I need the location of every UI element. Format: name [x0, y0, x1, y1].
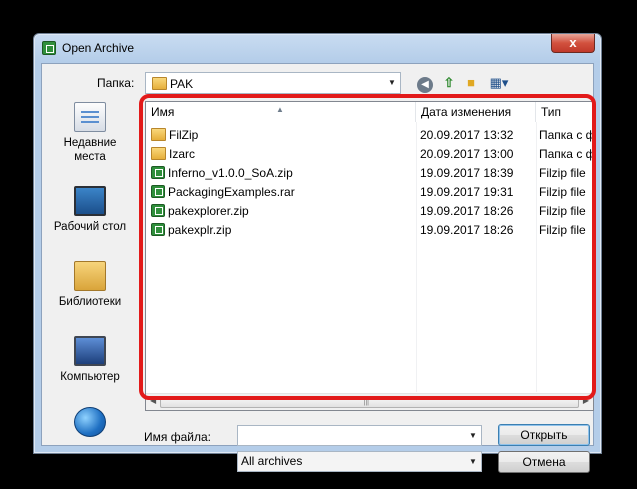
place-label: Рабочий стол — [53, 221, 127, 233]
file-date: 19.09.2017 18:26 — [420, 223, 514, 237]
sort-ascending-icon: ▲ — [276, 105, 284, 114]
place-recent[interactable]: Недавние места — [44, 102, 136, 164]
archive-icon — [151, 185, 165, 198]
chevron-down-icon[interactable]: ▼ — [384, 73, 400, 93]
place-label: Библиотеки — [58, 296, 122, 308]
chevron-down-icon[interactable]: ▼ — [465, 452, 481, 471]
grip-icon: ||| — [363, 399, 369, 406]
place-label: Недавние — [63, 137, 117, 149]
new-folder-button[interactable]: ■ — [462, 74, 480, 92]
filename-input[interactable]: ▼ — [237, 425, 482, 446]
file-name: Izarc — [169, 147, 196, 161]
column-name-label: Имя — [151, 105, 175, 119]
cancel-button[interactable]: Отмена — [498, 451, 590, 473]
place-label: места — [74, 151, 106, 163]
back-arrow-icon: ◀ — [417, 77, 433, 93]
scroll-left-icon[interactable]: ◀ — [150, 396, 156, 405]
file-row[interactable]: pakexplr.zip 19.09.2017 18:26 Filzip fil… — [146, 221, 593, 240]
open-archive-dialog: Open Archive x Папка: PAK ▼ ◀ ⇧ ■ ▦▾ Нед… — [33, 33, 602, 473]
computer-icon — [74, 336, 106, 366]
new-folder-icon: ■ — [467, 75, 475, 90]
place-desktop[interactable]: Рабочий стол — [44, 186, 136, 234]
place-libraries[interactable]: Библиотеки — [44, 261, 136, 309]
file-row[interactable]: Inferno_v1.0.0_SoA.zip 19.09.2017 18:39 … — [146, 164, 593, 183]
file-list[interactable]: Имя ▲ Дата изменения Тип FilZip 20.09.20… — [145, 101, 594, 411]
filetype-value: All archives — [241, 454, 303, 468]
file-date: 19.09.2017 19:31 — [420, 185, 514, 199]
file-rows: FilZip 20.09.2017 13:32 Папка с ф Izarc … — [146, 126, 593, 240]
folder-icon — [151, 147, 166, 160]
view-menu-icon: ▦▾ — [489, 75, 509, 90]
folder-icon — [152, 77, 167, 90]
file-name: PackagingExamples.rar — [168, 185, 295, 199]
file-date: 19.09.2017 18:26 — [420, 204, 514, 218]
window-title: Open Archive — [62, 41, 135, 55]
filename-label: Имя файла: — [144, 430, 211, 444]
chevron-down-icon[interactable]: ▼ — [465, 426, 481, 445]
filetype-select[interactable]: All archives ▼ — [237, 451, 482, 472]
file-name: pakexplr.zip — [168, 223, 232, 237]
folder-label: Папка: — [97, 76, 135, 90]
filetype-label: Тип файлов: — [144, 456, 215, 470]
file-name: Inferno_v1.0.0_SoA.zip — [168, 166, 293, 180]
up-folder-button[interactable]: ⇧ — [440, 74, 458, 92]
filzip-app-icon — [42, 41, 56, 55]
file-row[interactable]: pakexplorer.zip 19.09.2017 18:26 Filzip … — [146, 202, 593, 221]
recent-places-icon — [74, 102, 106, 132]
view-menu-button[interactable]: ▦▾ — [486, 74, 512, 92]
folder-icon — [151, 128, 166, 141]
file-type: Filzip file — [539, 223, 586, 237]
file-name: pakexplorer.zip — [168, 204, 249, 218]
column-header-date[interactable]: Дата изменения — [416, 102, 536, 122]
file-row[interactable]: FilZip 20.09.2017 13:32 Папка с ф — [146, 126, 593, 145]
place-network[interactable] — [44, 407, 136, 441]
dialog-body: Папка: PAK ▼ ◀ ⇧ ■ ▦▾ Недавние места Раб… — [41, 63, 596, 473]
file-name: FilZip — [169, 128, 199, 142]
place-computer[interactable]: Компьютер — [44, 336, 136, 384]
folder-value: PAK — [170, 77, 194, 91]
column-header-name[interactable]: Имя ▲ — [146, 102, 416, 122]
close-button[interactable]: x — [551, 34, 595, 53]
desktop-icon — [74, 186, 106, 216]
places-bar: Недавние места Рабочий стол Библиотеки К… — [44, 102, 136, 447]
title-bar[interactable]: Open Archive x — [34, 34, 601, 62]
scrollbar-thumb[interactable]: ||| — [160, 396, 579, 408]
file-type: Filzip file — [539, 185, 586, 199]
file-row[interactable]: PackagingExamples.rar 19.09.2017 19:31 F… — [146, 183, 593, 202]
place-label: Компьютер — [60, 371, 120, 383]
file-row[interactable]: Izarc 20.09.2017 13:00 Папка с ф — [146, 145, 593, 164]
archive-icon — [151, 223, 165, 236]
file-type: Filzip file — [539, 166, 586, 180]
horizontal-scrollbar[interactable]: ◀ ||| ▶ — [146, 393, 593, 410]
scroll-right-icon[interactable]: ▶ — [583, 396, 589, 405]
column-header-type[interactable]: Тип — [536, 102, 595, 122]
back-button[interactable]: ◀ — [416, 74, 434, 93]
file-type: Папка с ф — [539, 147, 593, 161]
libraries-icon — [74, 261, 106, 291]
file-type: Папка с ф — [539, 128, 593, 142]
folder-dropdown[interactable]: PAK ▼ — [145, 72, 401, 94]
file-date: 19.09.2017 18:39 — [420, 166, 514, 180]
up-folder-icon: ⇧ — [443, 75, 455, 90]
network-icon — [74, 407, 106, 437]
archive-icon — [151, 166, 165, 179]
file-date: 20.09.2017 13:00 — [420, 147, 514, 161]
archive-icon — [151, 204, 165, 217]
open-button[interactable]: Открыть — [498, 424, 590, 446]
file-type: Filzip file — [539, 204, 586, 218]
file-date: 20.09.2017 13:32 — [420, 128, 514, 142]
